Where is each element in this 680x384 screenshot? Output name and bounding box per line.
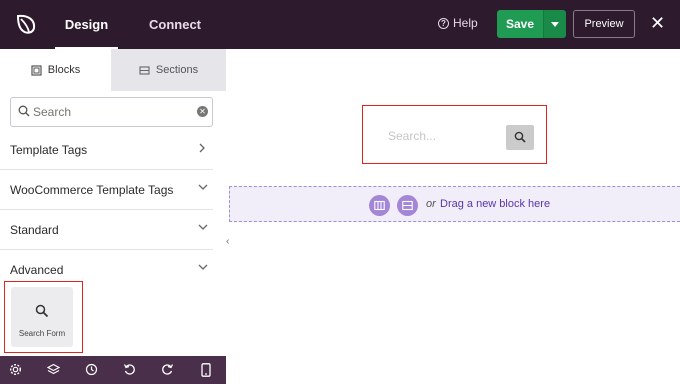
search-icon: [514, 131, 526, 143]
redo-icon[interactable]: [161, 363, 174, 376]
gear-icon[interactable]: [9, 363, 22, 376]
category-label: Template Tags: [10, 143, 88, 157]
search-input[interactable]: [33, 102, 193, 122]
drop-zone[interactable]: or Drag a new block here: [229, 186, 680, 222]
close-icon[interactable]: ✕: [650, 13, 665, 33]
clear-search-icon[interactable]: ✕: [197, 106, 208, 117]
help-icon: ?: [438, 17, 449, 29]
block-search-field[interactable]: ✕: [10, 97, 213, 127]
help-label: Help: [453, 16, 478, 30]
section-icon: [402, 200, 413, 211]
preview-button[interactable]: Preview: [573, 10, 635, 38]
chevron-down-icon: [198, 184, 208, 190]
add-section-button[interactable]: [397, 195, 418, 216]
tab-connect[interactable]: Connect: [149, 0, 201, 49]
dropzone-or: or: [426, 198, 436, 210]
mobile-icon[interactable]: [201, 363, 211, 377]
tab-blocks-label: Blocks: [47, 64, 81, 76]
tab-sections[interactable]: Sections: [111, 49, 226, 91]
columns-icon: [374, 200, 385, 211]
leaf-logo-icon[interactable]: [13, 11, 39, 37]
save-button[interactable]: Save: [497, 10, 543, 38]
sidebar-tabs: Blocks Sections: [0, 49, 226, 91]
highlight-box: [4, 281, 83, 353]
category-label: Standard: [10, 223, 59, 237]
help-link[interactable]: ? Help: [438, 16, 478, 30]
chevron-down-icon: [198, 224, 208, 230]
history-icon[interactable]: [85, 363, 98, 376]
category-template-tags[interactable]: Template Tags: [0, 130, 213, 170]
save-options-dropdown[interactable]: [543, 10, 566, 38]
top-bar: Design Connect ? Help Save Preview ✕: [0, 0, 680, 49]
collapse-sidebar-icon[interactable]: ‹: [226, 236, 229, 247]
undo-icon[interactable]: [123, 363, 136, 376]
blocks-icon: [31, 64, 42, 76]
chevron-right-icon: [199, 143, 205, 153]
chevron-down-icon: [198, 264, 208, 270]
search-placeholder: Search...: [388, 129, 437, 143]
tab-blocks[interactable]: Blocks: [0, 49, 111, 91]
add-columns-button[interactable]: [369, 195, 390, 216]
sidebar: Blocks Sections ✕ Template Tags WooComme…: [0, 49, 226, 384]
layers-icon[interactable]: [47, 363, 60, 376]
category-label: WooCommerce Template Tags: [10, 183, 174, 197]
tab-sections-label: Sections: [155, 64, 199, 76]
category-standard[interactable]: Standard: [0, 210, 213, 250]
category-woocommerce-template-tags[interactable]: WooCommerce Template Tags: [0, 170, 213, 210]
sections-icon: [139, 65, 150, 75]
search-icon: [18, 105, 30, 117]
search-submit-button[interactable]: [506, 125, 534, 150]
bottom-toolbar: [0, 356, 226, 384]
category-label: Advanced: [10, 263, 64, 277]
tab-design[interactable]: Design: [55, 0, 118, 49]
dropzone-text: Drag a new block here: [440, 198, 551, 210]
search-form-preview[interactable]: Search...: [362, 105, 547, 164]
